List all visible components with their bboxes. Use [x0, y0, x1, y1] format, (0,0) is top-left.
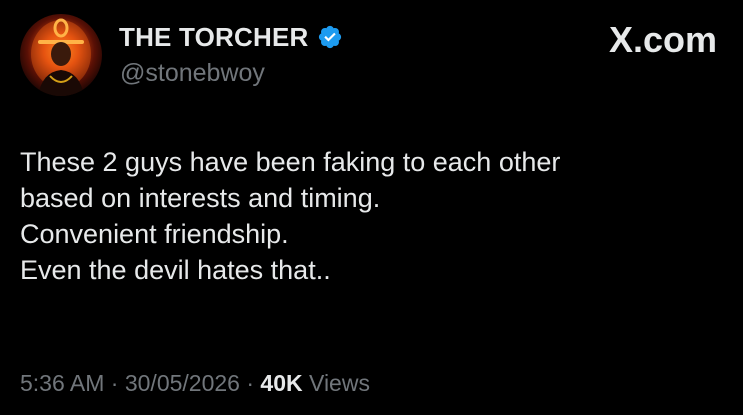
views-label: Views: [309, 370, 370, 396]
avatar-image: [31, 18, 91, 96]
verified-badge-icon[interactable]: [317, 24, 343, 50]
author-display-name[interactable]: THE TORCHER: [119, 22, 309, 52]
views-count[interactable]: 40K: [260, 370, 302, 396]
tweet-meta: 5:36 AM · 30/05/2026 · 40K Views: [20, 368, 370, 398]
tweet-date[interactable]: 30/05/2026: [125, 370, 240, 396]
meta-separator: ·: [246, 370, 255, 396]
brand-label: X.com: [608, 19, 717, 60]
author-handle[interactable]: @stonebwoy: [120, 58, 265, 88]
tweet-line: based on interests and timing.: [20, 183, 381, 213]
tweet-card: THE TORCHER @stonebwoy X.com These 2 guy…: [0, 0, 743, 415]
avatar[interactable]: [20, 14, 102, 96]
tweet-line: These 2 guys have been faking to each ot…: [20, 147, 561, 177]
tweet-line: Even the devil hates that..: [20, 255, 331, 285]
tweet-time[interactable]: 5:36 AM: [20, 370, 104, 396]
tweet-line: Convenient friendship.: [20, 219, 289, 249]
author-name-row: THE TORCHER: [119, 22, 343, 52]
meta-separator: ·: [110, 370, 119, 396]
tweet-body: These 2 guys have been faking to each ot…: [20, 144, 720, 288]
